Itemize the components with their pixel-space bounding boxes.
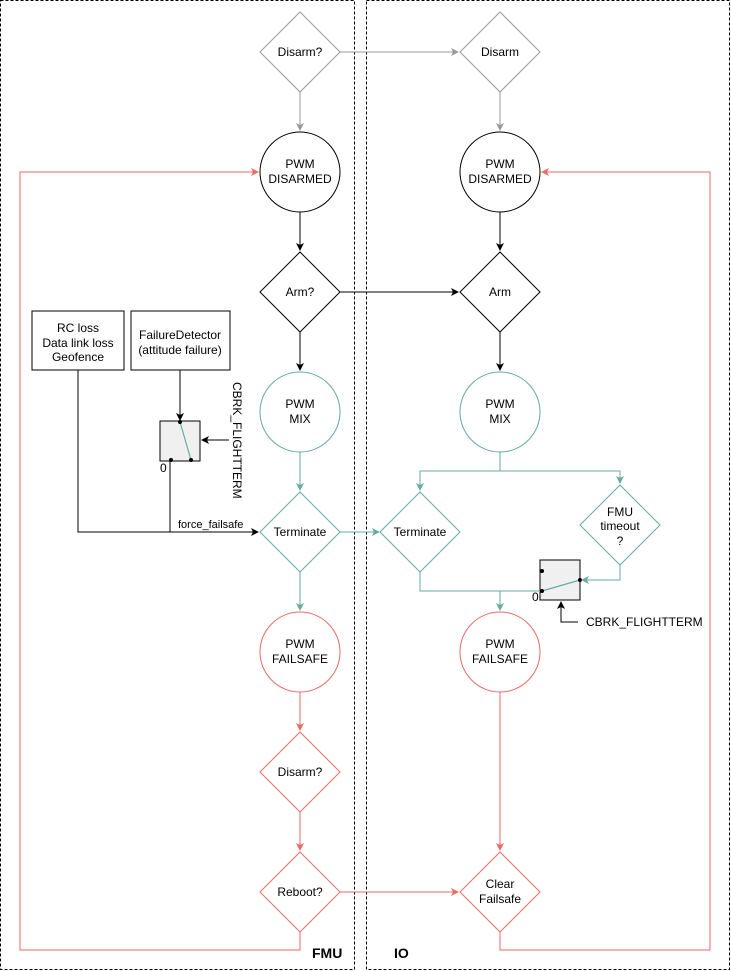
io-fmu-timeout-line1: FMU [607,505,633,519]
io-switch-pin-0 [540,589,544,593]
fmu-arm-label: Arm? [286,285,315,299]
io-switch-pin-1 [540,569,544,573]
io-pwm-mix-line2: MIX [489,412,510,426]
io-lane-label: IO [394,945,409,961]
edge-io-cbrk-to-switch [557,601,578,623]
fmu-disarm-label: Disarm? [278,45,323,59]
failure-detector-line1: FailureDetector [139,328,221,342]
edge-io-mix-to-terminate [416,452,501,491]
edge-timeout-to-switch [581,565,621,584]
io-clear-failsafe-line2: Failsafe [479,892,521,906]
flow-diagram: FMU IO Disarm? PWM DISARMED Arm? PWM MIX… [0,0,730,970]
edge-fmu-reboot-loop [19,168,301,951]
io-arm-label: Arm [489,285,511,299]
fmu-terminate-label: Terminate [274,525,327,539]
io-terminate-label: Terminate [394,525,447,539]
io-pwm-mix-line1: PWM [485,397,514,411]
fmu-pwm-disarmed-line1: PWM [285,157,314,171]
io-fmu-timeout-line2: timeout [600,519,640,533]
fmu-pwm-failsafe-line2: FAILSAFE [272,652,328,666]
fmu-cbrk-label: CBRK_FLIGHTTERM [230,382,244,499]
io-cbrk-switch [539,559,581,601]
io-switch-zero-label: 0 [532,590,539,604]
edge-io-mix-to-timeout [500,470,624,484]
io-lane [366,0,730,970]
io-pwm-failsafe-line1: PWM [485,637,514,651]
force-failsafe-label: force_failsafe [178,519,243,531]
io-pwm-failsafe-line2: FAILSAFE [472,652,528,666]
fmu-cbrk-switch [159,420,201,462]
io-pwm-disarmed-line1: PWM [485,157,514,171]
failure-detector-line2: (attitude failure) [138,343,221,357]
fmu-pwm-disarmed-line2: DISARMED [268,172,332,186]
rc-loss-line2: Data link loss [42,336,113,350]
fmu-pwm-failsafe-line1: PWM [285,637,314,651]
io-switch-pin-in [578,578,582,582]
fmu-switch-zero-label: 0 [160,461,167,475]
fmu-switch-pin-1 [189,458,193,462]
fmu-lane-label: FMU [312,945,342,961]
io-pwm-disarmed-line2: DISARMED [468,172,532,186]
io-clear-failsafe-line1: Clear [486,877,515,891]
rc-loss-line3: Geofence [52,350,104,364]
fmu-reboot-label: Reboot? [277,885,323,899]
io-cbrk-label: CBRK_FLIGHTTERM [586,615,703,629]
edge-io-terminate-to-failsafe [419,572,500,592]
fmu-disarm2-label: Disarm? [278,765,323,779]
io-fmu-timeout-line3: ? [617,534,624,548]
fmu-switch-pin-top [178,420,182,424]
rc-loss-line1: RC loss [57,321,99,335]
fmu-pwm-mix-line1: PWM [285,397,314,411]
fmu-pwm-mix-line2: MIX [289,412,310,426]
io-disarm-label: Disarm [481,45,519,59]
